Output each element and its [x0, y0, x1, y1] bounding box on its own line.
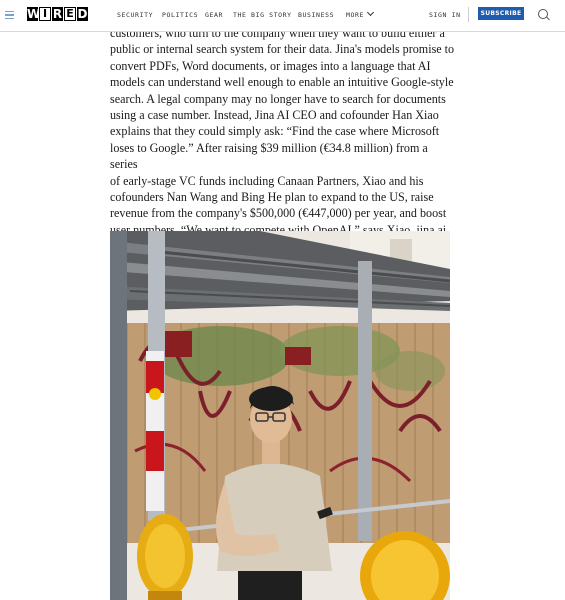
logo-letter: R	[52, 7, 63, 21]
article-line: of early-stage VC funds including Canaan…	[110, 173, 424, 188]
logo-letter: W	[27, 7, 41, 21]
nav-link-politics[interactable]: POLITICS	[162, 11, 198, 19]
nav-link-security[interactable]: SECURITY	[117, 11, 153, 19]
nav-divider	[468, 7, 469, 22]
article-line: models can understand well enough to ena…	[110, 75, 454, 90]
nav-link-gear[interactable]: GEAR	[205, 11, 223, 19]
article-line: revenue from the company's $500,000 (€44…	[110, 206, 447, 221]
nav-link-business[interactable]: BUSINESS	[298, 11, 334, 19]
more-label: MORE	[346, 11, 365, 19]
subscribe-button[interactable]: SUBSCRIBE	[478, 7, 524, 20]
wired-logo[interactable]: W I R E D	[27, 7, 89, 21]
article-body: customers, who turn to the company when …	[110, 25, 455, 238]
logo-letter: I	[39, 7, 51, 21]
top-nav: W I R E D SECURITY POLITICS GEAR THE BIG…	[0, 0, 565, 32]
nav-link-big-story[interactable]: THE BIG STORY	[233, 11, 292, 19]
menu-icon[interactable]	[5, 11, 14, 19]
article-line: using a case number. Instead, Jina AI CE…	[110, 108, 439, 123]
logo-letter: D	[77, 7, 88, 21]
sign-in-link[interactable]: SIGN IN	[429, 11, 461, 19]
article-line: cofounders Nan Wang and Bing He plan to …	[110, 190, 434, 205]
search-icon[interactable]	[538, 9, 548, 19]
chevron-down-icon	[367, 8, 375, 17]
article-line: public or internal search system for the…	[110, 42, 455, 57]
nav-more-menu[interactable]: MORE	[346, 8, 375, 19]
article-line: search. A legal company may no longer ha…	[110, 91, 446, 106]
article-line: convert PDFs, Word documents, or images …	[110, 58, 431, 73]
article-line: loses to Google.” After raising $39 mill…	[110, 140, 428, 172]
logo-letter: E	[64, 7, 76, 21]
article-paragraph: customers, who turn to the company when …	[110, 25, 455, 238]
portrait-photo	[110, 231, 450, 600]
article-photo	[110, 231, 450, 600]
article-line: explains that they could simply ask: “Fi…	[110, 124, 440, 139]
